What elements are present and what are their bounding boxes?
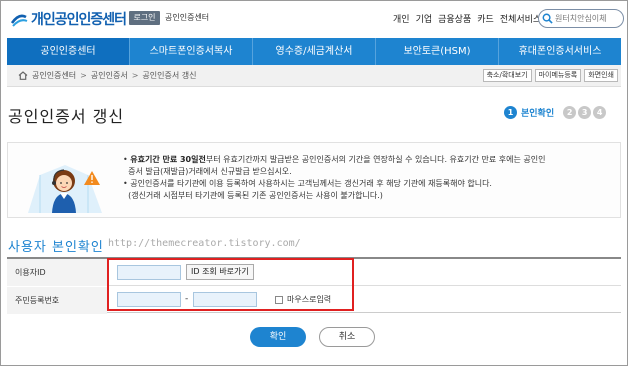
login-button[interactable]: 로그인 — [129, 11, 160, 25]
notice-line1: 부터 유효기간까지 발급받은 공인인증서의 기간을 연장하실 수 있습니다. 유… — [205, 155, 546, 164]
main-nav: 공인인증센터 스마트폰인증서복사 영수증/세금계산서 보안토큰(HSM) 휴대폰… — [7, 38, 621, 65]
site-name: 공인인증센터 — [165, 13, 210, 22]
confirm-button[interactable]: 확인 — [250, 327, 306, 347]
step-4: 4 — [593, 106, 607, 119]
logo-text: 개인공인인증센터 — [31, 12, 127, 28]
all-services-label: 전체서비스 — [499, 15, 542, 25]
util-link-personal[interactable]: 개인 — [393, 12, 410, 25]
notice-text: • 유효기간 만료 30일전부터 유효기간까지 발급받은 공인인증서의 기간을 … — [123, 155, 546, 200]
search-icon[interactable] — [542, 13, 553, 24]
notice-line4: (갱신거래 시점부터 타기관에 등록된 기존 공인인증서는 사용이 불가합니다.… — [128, 191, 383, 200]
step-2: 2 — [563, 106, 577, 119]
util-link-financial[interactable]: 금융상품 — [438, 12, 471, 25]
notice-line3: 공인인증서를 타기관에 이용 등록하여 사용하시는 고객님께서는 갱신거래 후 … — [130, 179, 492, 188]
search-input[interactable] — [555, 14, 619, 23]
resident-number-label: 주민등록번호 — [7, 287, 107, 314]
top-bar: 개인공인인증센터 로그인 공인인증센터 개인 기업 금융상품 카드 전체서비스 … — [0, 0, 628, 36]
cancel-button[interactable]: 취소 — [319, 327, 375, 347]
breadcrumb-bar: 공인인증센터 > 공인인증서 > 공인인증서 갱신 축소/확대보기 마이메뉴등록… — [7, 65, 621, 87]
user-id-label: 이용자ID — [7, 259, 107, 286]
page-utility-buttons: 축소/확대보기 마이메뉴등록 화면인쇄 — [480, 69, 618, 82]
customer-service-illustration — [28, 165, 102, 213]
step-1: 1 — [504, 106, 517, 119]
watermark-text: http://themecreator.tistory.com/ — [108, 238, 301, 249]
nav-smartphone-copy[interactable]: 스마트폰인증서복사 — [130, 38, 253, 65]
breadcrumb-separator-icon: > — [131, 71, 139, 80]
print-button[interactable]: 화면인쇄 — [584, 69, 618, 82]
util-link-business[interactable]: 기업 — [416, 12, 433, 25]
page-title: 공인인증서 갱신 — [8, 107, 125, 126]
home-icon[interactable] — [18, 71, 28, 80]
zoom-button[interactable]: 축소/확대보기 — [482, 69, 532, 82]
notice-bold-text: 유효기간 만료 30일전 — [130, 155, 206, 164]
breadcrumb-item[interactable]: 공인인증서 — [91, 70, 128, 81]
step-3: 3 — [578, 106, 592, 119]
nav-mobile-cert[interactable]: 휴대폰인증서서비스 — [499, 38, 621, 65]
site-logo[interactable]: 개인공인인증센터 — [10, 9, 127, 29]
nav-security-token[interactable]: 보안토큰(HSM) — [376, 38, 499, 65]
breadcrumb-item[interactable]: 공인인증센터 — [32, 70, 76, 81]
search-box — [538, 9, 624, 28]
nav-receipt-tax[interactable]: 영수증/세금계산서 — [253, 38, 376, 65]
my-menu-button[interactable]: 마이메뉴등록 — [534, 69, 582, 82]
util-link-card[interactable]: 카드 — [477, 12, 494, 25]
breadcrumb-item-current: 공인인증서 갱신 — [142, 71, 197, 80]
section-title: 사용자 본인확인 — [8, 240, 104, 255]
breadcrumb-separator-icon: > — [80, 71, 87, 80]
active-step-label: 본인확인 — [521, 109, 555, 119]
bank-logo-icon — [10, 11, 28, 27]
highlight-box — [107, 258, 354, 311]
notice-box: • 유효기간 만료 30일전부터 유효기간까지 발급받은 공인인증서의 기간을 … — [7, 142, 621, 218]
breadcrumb: 공인인증센터 > 공인인증서 > 공인인증서 갱신 — [18, 70, 196, 81]
notice-line2: 증서 발급(재발급)거래에서 신규발급 받으십시오. — [128, 167, 292, 176]
step-indicator: 1 본인확인 2 3 4 — [502, 106, 607, 119]
nav-cert-center[interactable]: 공인인증센터 — [7, 38, 130, 65]
